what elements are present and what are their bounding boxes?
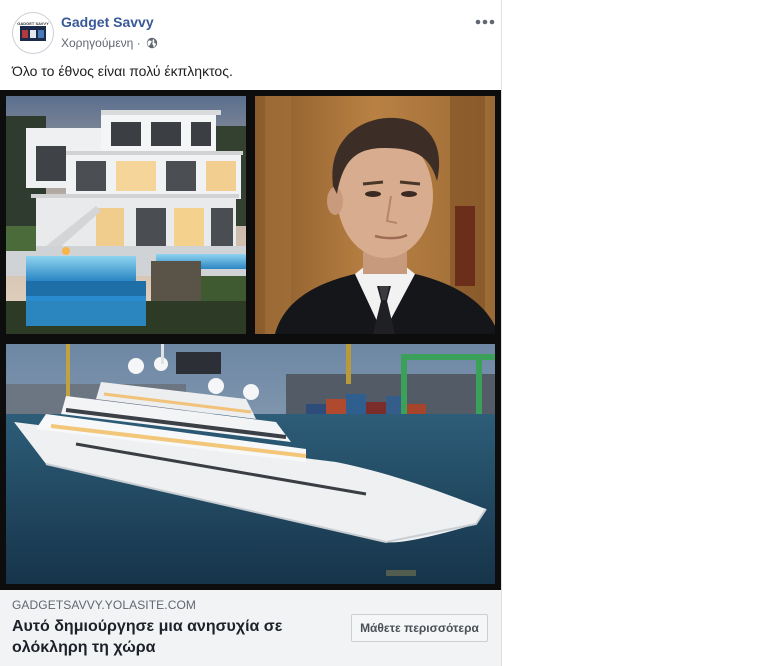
link-domain: GADGETSAVVY.YOLASITE.COM	[12, 598, 197, 612]
post-media[interactable]	[0, 90, 501, 590]
sponsored-label[interactable]: Χορηγούμενη	[61, 36, 133, 50]
learn-more-button[interactable]: Μάθετε περισσότερα	[351, 614, 488, 642]
post-meta: Χορηγούμενη ·	[61, 36, 158, 50]
page-name-link[interactable]: Gadget Savvy	[61, 14, 154, 30]
mansion-photo[interactable]	[6, 96, 246, 334]
meta-separator: ·	[136, 36, 141, 50]
avatar-logo: GADGET SAVVY	[17, 21, 49, 41]
man-portrait-photo[interactable]	[255, 96, 495, 334]
sponsored-post: GADGET SAVVY Gadget Savvy Χορηγούμενη · …	[0, 0, 502, 666]
post-text: Όλο το έθνος είναι πολύ έκπληκτος.	[12, 63, 233, 79]
superyacht-photo[interactable]	[6, 344, 495, 584]
link-headline[interactable]: Αυτό δημιούργησε μια ανησυχία σε ολόκληρ…	[12, 616, 332, 658]
more-options-icon[interactable]	[474, 14, 496, 30]
post-header: GADGET SAVVY Gadget Savvy Χορηγούμενη ·	[12, 10, 496, 54]
svg-text:GADGET SAVVY: GADGET SAVVY	[17, 21, 49, 26]
globe-icon[interactable]	[146, 37, 158, 49]
page-avatar[interactable]: GADGET SAVVY	[12, 12, 54, 54]
link-preview[interactable]: GADGETSAVVY.YOLASITE.COM Αυτό δημιούργησ…	[0, 590, 501, 666]
